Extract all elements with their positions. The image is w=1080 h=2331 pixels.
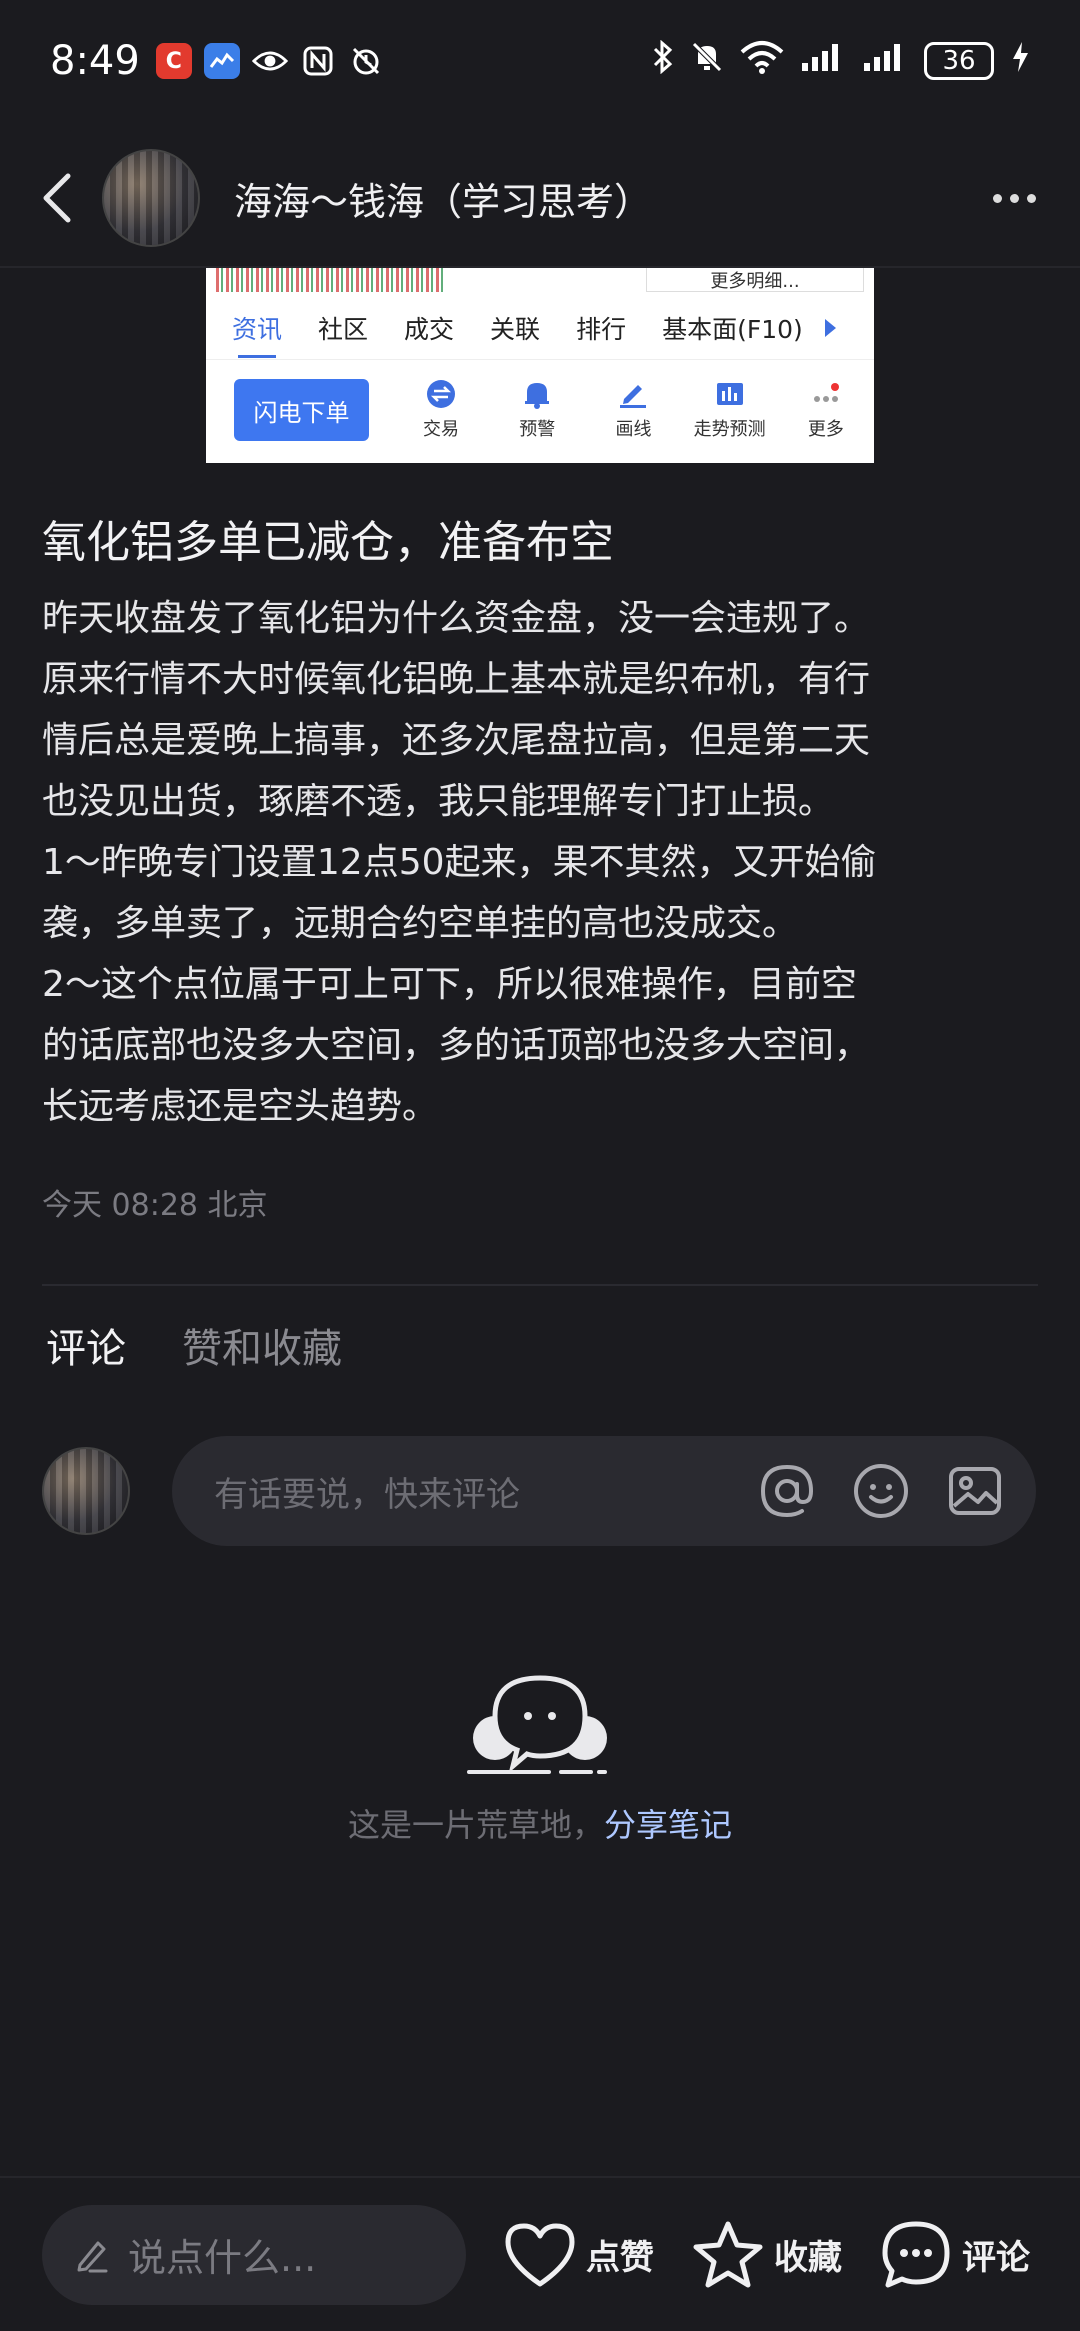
app-chart-icon bbox=[203, 43, 240, 79]
image-tabs: 资讯 社区 成交 关联 排行 基本面(F10) bbox=[206, 296, 874, 360]
status-bar: 8:49 C 36 bbox=[0, 0, 1080, 122]
image-more-detail: 更多明细... bbox=[646, 268, 864, 292]
star-icon bbox=[693, 2221, 763, 2287]
image-tab: 社区 bbox=[318, 314, 369, 344]
pencil-icon bbox=[77, 2241, 108, 2272]
post-line: 情后总是爱晚上搞事，还多次尾盘拉高，但是第二天 bbox=[42, 720, 871, 761]
image-action: 更多 bbox=[778, 379, 874, 441]
post-line: 1～昨晚专门设置12点50起来，果不其然，又开始偷 bbox=[42, 842, 877, 883]
status-time: 8:49 bbox=[50, 38, 140, 84]
image-top-strip: 更多明细... bbox=[206, 268, 874, 296]
post-line: 长远考虑还是空头趋势。 bbox=[42, 1086, 439, 1127]
comment-tabs: 评论 赞和收藏 bbox=[46, 1316, 342, 1374]
heart-icon bbox=[505, 2223, 575, 2286]
post-line: 的话底部也没多大空间，多的话顶部也没多大空间， bbox=[42, 1025, 871, 1066]
signal-icon-1 bbox=[800, 41, 846, 81]
say-something-input[interactable]: 说点什么... bbox=[42, 2204, 466, 2305]
eye-icon bbox=[251, 43, 288, 79]
volume-bars bbox=[216, 268, 446, 292]
charging-icon bbox=[1010, 40, 1030, 82]
collect-button[interactable]: 收藏 bbox=[692, 2220, 842, 2290]
notification-icons: C bbox=[155, 43, 384, 79]
like-button[interactable]: 点赞 bbox=[504, 2222, 654, 2288]
emoji-icon[interactable] bbox=[848, 1458, 914, 1524]
image-flash-order: 闪电下单 bbox=[234, 379, 369, 441]
more-dots-icon bbox=[809, 379, 843, 409]
mute-bell-icon bbox=[690, 40, 724, 82]
post-body: 昨天收盘发了氧化铝为什么资金盘，没一会违规了。 原来行情不大时候氧化铝晚上基本就… bbox=[42, 588, 1042, 1137]
nfc-icon bbox=[300, 43, 336, 79]
section-divider bbox=[42, 1284, 1038, 1286]
share-note-link[interactable]: 分享笔记 bbox=[604, 1806, 732, 1844]
system-icons: 36 bbox=[652, 39, 1030, 82]
post-line: 2～这个点位属于可上可下，所以很难操作，目前空 bbox=[42, 964, 857, 1005]
post-line: 袭，多单卖了，远期合约空单挂的高也没成交。 bbox=[42, 903, 799, 944]
wifi-icon bbox=[740, 40, 784, 82]
pen-line-icon bbox=[616, 379, 650, 409]
comment-input[interactable]: 有话要说，快来评论 bbox=[172, 1436, 1036, 1546]
image-tab: 关联 bbox=[490, 314, 541, 344]
tab-likes-collections[interactable]: 赞和收藏 bbox=[182, 1316, 342, 1374]
image-icon[interactable] bbox=[942, 1458, 1008, 1524]
comment-compose-row: 有话要说，快来评论 bbox=[42, 1436, 1036, 1546]
battery-indicator: 36 bbox=[924, 42, 994, 80]
bell-icon bbox=[520, 379, 554, 409]
more-options-button[interactable] bbox=[984, 168, 1044, 228]
trend-book-icon bbox=[713, 379, 747, 409]
comment-bubble-icon bbox=[882, 2221, 950, 2287]
alarm-icon bbox=[348, 43, 384, 79]
chevron-left-icon bbox=[43, 173, 71, 223]
back-button[interactable] bbox=[12, 138, 102, 258]
image-action: 走势预测 bbox=[682, 379, 778, 441]
post-line: 昨天收盘发了氧化铝为什么资金盘，没一会违规了。 bbox=[42, 598, 871, 639]
empty-message: 这是一片荒草地，分享笔记 bbox=[347, 1806, 733, 1844]
post-timestamp-location: 今天 08:28 北京 bbox=[42, 1188, 268, 1223]
signal-icon-2 bbox=[862, 41, 908, 81]
trade-icon bbox=[424, 379, 458, 409]
image-action: 预警 bbox=[489, 379, 585, 441]
top-header: 海海～钱海（学习思考） bbox=[0, 138, 1080, 258]
more-dot-icon bbox=[1026, 193, 1036, 203]
more-dot-icon bbox=[1009, 193, 1019, 203]
image-tab: 资讯 bbox=[232, 310, 282, 358]
more-dot-icon bbox=[992, 193, 1002, 203]
at-mention-icon[interactable] bbox=[754, 1458, 820, 1524]
post-title: 氧化铝多单已减仓，准备布空 bbox=[42, 517, 614, 568]
image-tab: 成交 bbox=[404, 314, 455, 344]
image-action-row: 闪电下单 交易 预警 画线 走势预测 更多 bbox=[206, 360, 874, 460]
image-tab: 基本面(F10) bbox=[662, 314, 803, 344]
comment-input-tools bbox=[754, 1458, 1008, 1524]
author-avatar[interactable] bbox=[102, 149, 200, 247]
caret-right-icon bbox=[824, 318, 836, 337]
post-line: 原来行情不大时候氧化铝晚上基本就是织布机，有行 bbox=[42, 659, 871, 700]
comment-button[interactable]: 评论 bbox=[880, 2219, 1030, 2291]
image-action: 画线 bbox=[585, 379, 681, 441]
say-placeholder: 说点什么... bbox=[128, 2236, 317, 2280]
comment-placeholder: 有话要说，快来评论 bbox=[214, 1474, 520, 1515]
post-image[interactable]: 更多明细... 资讯 社区 成交 关联 排行 基本面(F10) 闪电下单 交易 … bbox=[206, 268, 874, 463]
image-tab: 排行 bbox=[576, 314, 627, 344]
bottom-action-bar: 说点什么... 点赞 收藏 评论 bbox=[0, 2178, 1080, 2331]
tab-comments[interactable]: 评论 bbox=[46, 1316, 126, 1374]
bluetooth-icon bbox=[652, 39, 674, 82]
author-name[interactable]: 海海～钱海（学习思考） bbox=[234, 171, 652, 226]
app-c-icon: C bbox=[155, 43, 192, 79]
empty-cloud-chat-icon bbox=[467, 1675, 607, 1774]
user-avatar bbox=[42, 1447, 130, 1535]
empty-comments: 这是一片荒草地，分享笔记 bbox=[0, 1670, 1080, 1846]
image-action: 交易 bbox=[393, 379, 489, 441]
post-line: 也没见出货，琢磨不透，我只能理解专门打止损。 bbox=[42, 781, 835, 822]
